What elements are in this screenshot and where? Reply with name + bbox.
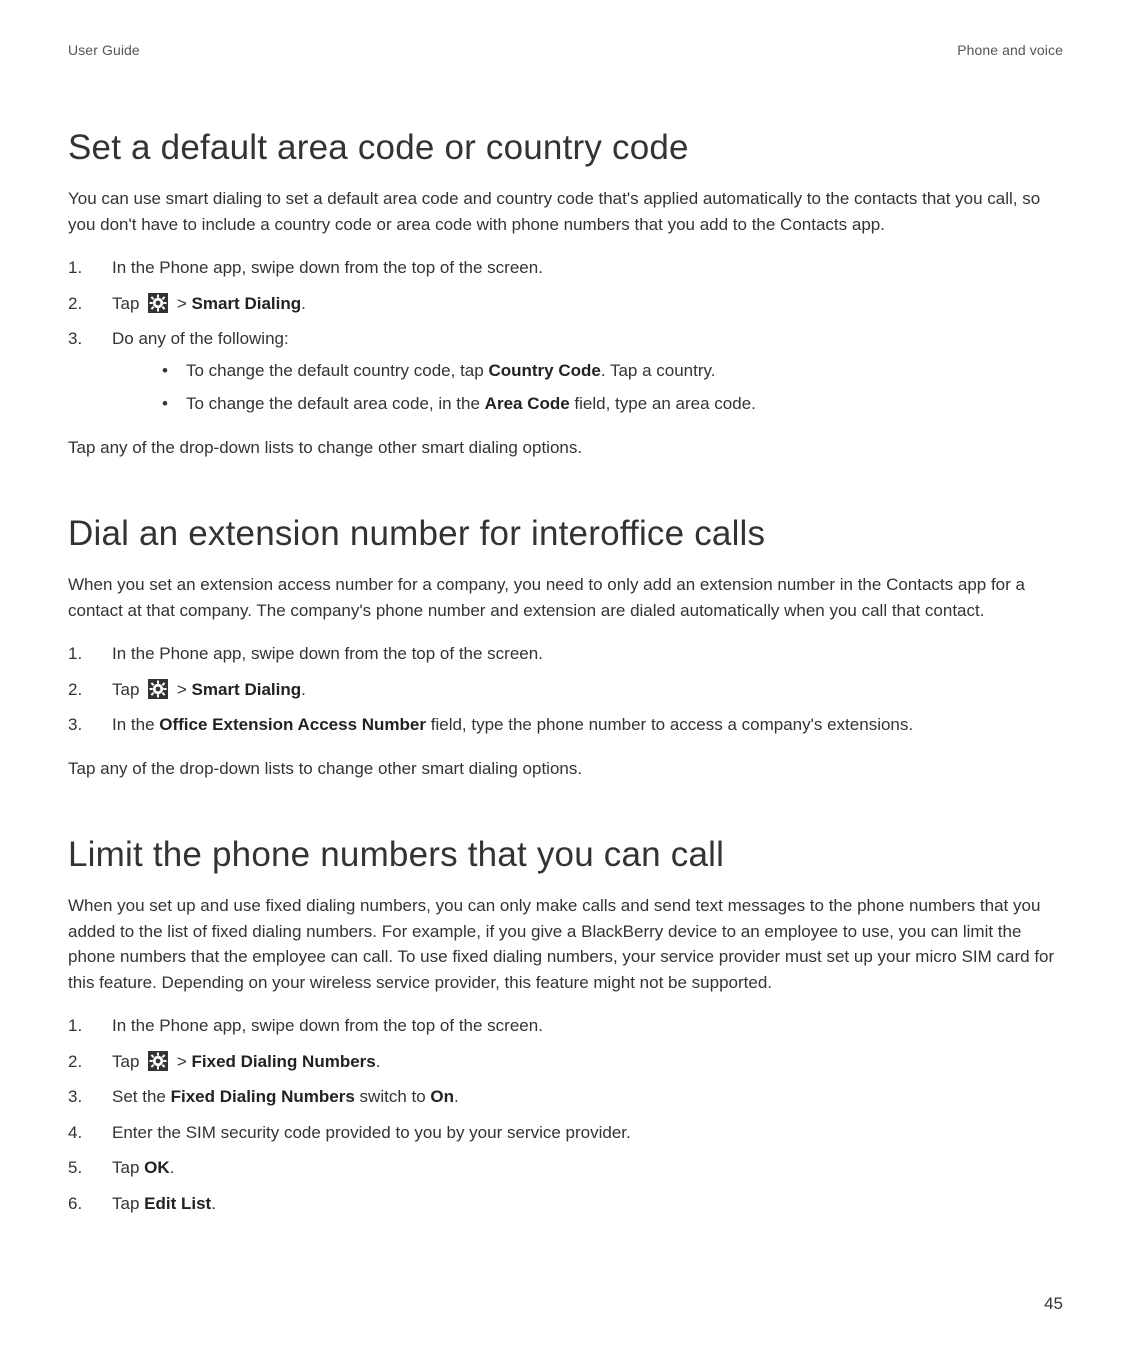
text-fragment: .	[454, 1087, 459, 1106]
step-text: In the Office Extension Access Number fi…	[112, 715, 913, 734]
text-fragment: Tap	[112, 1194, 144, 1213]
section-intro: You can use smart dialing to set a defau…	[68, 186, 1063, 237]
step-item: 5. Tap OK.	[68, 1155, 1063, 1181]
section-outro: Tap any of the drop-down lists to change…	[68, 756, 1063, 782]
text-fragment: To change the default area code, in the	[186, 394, 485, 413]
step-item: 6. Tap Edit List.	[68, 1191, 1063, 1217]
text-fragment: Tap	[112, 1158, 144, 1177]
step-text: In the Phone app, swipe down from the to…	[112, 258, 543, 277]
step-number: 1.	[68, 1013, 82, 1039]
step-item: 1. In the Phone app, swipe down from the…	[68, 255, 1063, 281]
text-fragment: In the	[112, 715, 159, 734]
section-intro: When you set an extension access number …	[68, 572, 1063, 623]
step-item: 3. Do any of the following: To change th…	[68, 326, 1063, 417]
step-item: 1. In the Phone app, swipe down from the…	[68, 641, 1063, 667]
section-outro: Tap any of the drop-down lists to change…	[68, 435, 1063, 461]
page-number: 45	[1044, 1294, 1063, 1314]
bold-text: Fixed Dialing Numbers	[192, 1052, 376, 1071]
section-heading: Set a default area code or country code	[68, 128, 1063, 168]
text-fragment: Tap	[112, 680, 144, 699]
text-fragment: >	[177, 294, 192, 313]
text-fragment: field, type an area code.	[570, 394, 756, 413]
step-number: 3.	[68, 1084, 82, 1110]
step-item: 3. In the Office Extension Access Number…	[68, 712, 1063, 738]
step-number: 1.	[68, 641, 82, 667]
bold-text: Smart Dialing	[192, 680, 302, 699]
step-item: 1. In the Phone app, swipe down from the…	[68, 1013, 1063, 1039]
text-fragment: . Tap a country.	[601, 361, 716, 380]
text-fragment: To change the default country code, tap	[186, 361, 488, 380]
text-fragment: Tap	[112, 1052, 144, 1071]
text-fragment: .	[301, 680, 306, 699]
bold-text: Fixed Dialing Numbers	[171, 1087, 355, 1106]
text-fragment: >	[177, 1052, 192, 1071]
step-text: Do any of the following:	[112, 329, 289, 348]
steps-list: 1. In the Phone app, swipe down from the…	[68, 641, 1063, 738]
section-intro: When you set up and use fixed dialing nu…	[68, 893, 1063, 995]
section-dial-extension: Dial an extension number for interoffice…	[68, 514, 1063, 799]
step-text: Set the Fixed Dialing Numbers switch to …	[112, 1087, 459, 1106]
steps-list: 1. In the Phone app, swipe down from the…	[68, 1013, 1063, 1216]
step-text: Tap > Smart Dialing.	[112, 680, 306, 699]
step-text: Tap > Fixed Dialing Numbers.	[112, 1052, 380, 1071]
step-item: 2. Tap > Smart Dialing.	[68, 677, 1063, 703]
step-number: 2.	[68, 291, 82, 317]
sub-bullet-list: To change the default country code, tap …	[156, 358, 1063, 417]
step-number: 2.	[68, 1049, 82, 1075]
section-heading: Limit the phone numbers that you can cal…	[68, 835, 1063, 875]
text-fragment: field, type the phone number to access a…	[426, 715, 913, 734]
step-item: 4. Enter the SIM security code provided …	[68, 1120, 1063, 1146]
step-text: Enter the SIM security code provided to …	[112, 1123, 631, 1142]
section-limit-numbers: Limit the phone numbers that you can cal…	[68, 835, 1063, 1234]
step-text: Tap Edit List.	[112, 1194, 216, 1213]
step-number: 1.	[68, 255, 82, 281]
text-fragment: Set the	[112, 1087, 171, 1106]
step-text: Tap > Smart Dialing.	[112, 294, 306, 313]
document-page: User Guide Phone and voice Set a default…	[0, 0, 1125, 1350]
text-fragment: switch to	[355, 1087, 431, 1106]
text-fragment: .	[376, 1052, 381, 1071]
header-left-text: User Guide	[68, 42, 140, 58]
step-number: 6.	[68, 1191, 82, 1217]
step-text: In the Phone app, swipe down from the to…	[112, 644, 543, 663]
bold-text: Area Code	[485, 394, 570, 413]
step-text: Tap OK.	[112, 1158, 174, 1177]
gear-icon	[148, 1051, 168, 1071]
text-fragment: >	[177, 680, 192, 699]
header-right-text: Phone and voice	[957, 42, 1063, 58]
bullet-item: To change the default country code, tap …	[156, 358, 1063, 384]
bold-text: Office Extension Access Number	[159, 715, 426, 734]
bullet-item: To change the default area code, in the …	[156, 391, 1063, 417]
section-heading: Dial an extension number for interoffice…	[68, 514, 1063, 554]
gear-icon	[148, 679, 168, 699]
gear-icon	[148, 293, 168, 313]
step-item: 3. Set the Fixed Dialing Numbers switch …	[68, 1084, 1063, 1110]
bold-text: Country Code	[488, 361, 600, 380]
step-number: 2.	[68, 677, 82, 703]
bold-text: On	[430, 1087, 454, 1106]
section-default-area-code: Set a default area code or country code …	[68, 128, 1063, 478]
step-number: 3.	[68, 712, 82, 738]
step-text: In the Phone app, swipe down from the to…	[112, 1016, 543, 1035]
bold-text: OK	[144, 1158, 170, 1177]
step-item: 2. Tap > Fixed Dialing Numbers.	[68, 1049, 1063, 1075]
text-fragment: .	[170, 1158, 175, 1177]
step-number: 4.	[68, 1120, 82, 1146]
text-fragment: Tap	[112, 294, 144, 313]
bold-text: Edit List	[144, 1194, 211, 1213]
steps-list: 1. In the Phone app, swipe down from the…	[68, 255, 1063, 417]
text-fragment: .	[211, 1194, 216, 1213]
step-number: 5.	[68, 1155, 82, 1181]
text-fragment: .	[301, 294, 306, 313]
step-item: 2. Tap > Smart Dialing.	[68, 291, 1063, 317]
bold-text: Smart Dialing	[192, 294, 302, 313]
page-header: User Guide Phone and voice	[68, 42, 1063, 58]
step-number: 3.	[68, 326, 82, 352]
